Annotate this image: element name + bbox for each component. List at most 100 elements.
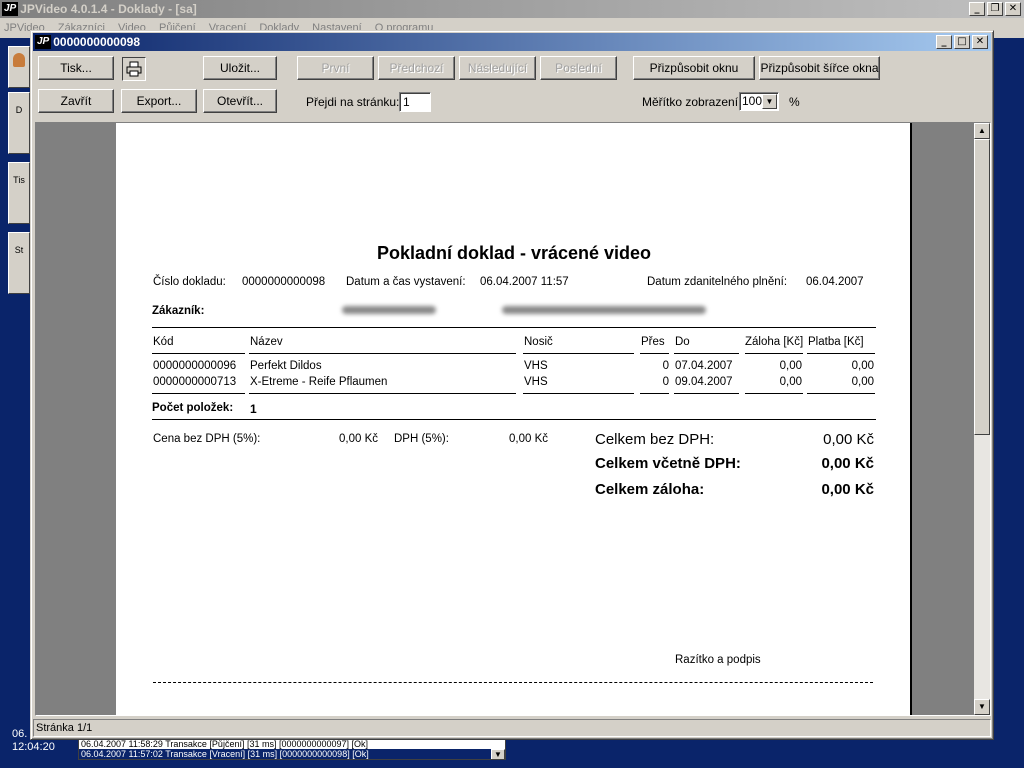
- issued-label: Datum a čas vystavení:: [346, 276, 466, 288]
- row-underline: [745, 393, 803, 394]
- redacted-customer-address: [502, 306, 706, 314]
- page-indicator: Stránka 1/1: [36, 722, 93, 734]
- main-minimize-button[interactable]: _: [969, 2, 985, 16]
- item-count-label: Počet položek:: [152, 402, 234, 414]
- fit-window-button[interactable]: Přizpůsobit oknu: [633, 56, 755, 80]
- scroll-up-icon[interactable]: ▲: [974, 123, 990, 139]
- row2-payment: 0,00: [851, 376, 874, 388]
- clock-time: 12:04:20: [12, 741, 55, 753]
- col-underline: [745, 353, 803, 354]
- divider: [152, 419, 876, 420]
- preview-logo: JP: [35, 35, 52, 49]
- chevron-down-icon[interactable]: ▼: [491, 749, 505, 759]
- row-underline: [249, 393, 516, 394]
- preview-close-button[interactable]: ✕: [972, 35, 988, 49]
- total-vat-label: Celkem včetně DPH:: [595, 455, 741, 472]
- clock-date: 06.: [12, 728, 28, 740]
- next-page-button[interactable]: Následující: [459, 56, 536, 80]
- col-payment: Platba [Kč]: [808, 336, 864, 348]
- preview-maximize-button[interactable]: □: [954, 35, 970, 49]
- row2-to: 09.04.2007: [675, 376, 733, 388]
- fit-width-button[interactable]: Přizpůsobit šířce okna: [759, 56, 880, 80]
- row1-over: 0: [662, 360, 669, 372]
- row2-over: 0: [662, 376, 669, 388]
- log-line[interactable]: 06.04.2007 11:58:29 Transakce [Půjčení] …: [79, 739, 505, 749]
- stamp-signature-label: Razítko a podpis: [675, 654, 761, 666]
- app-logo: JP: [2, 2, 19, 16]
- close-button[interactable]: Zavřít: [38, 89, 114, 113]
- col-code: Kód: [153, 336, 174, 348]
- col-name: Název: [250, 336, 283, 348]
- col-underline: [249, 353, 516, 354]
- scroll-thumb[interactable]: [974, 139, 990, 435]
- row1-deposit: 0,00: [779, 360, 802, 372]
- preview-title-bar: JP 0000000000098 _ □ ✕: [33, 33, 991, 51]
- row2-name: X-Etreme - Reife Pflaumen: [250, 376, 388, 388]
- side-button-statistics[interactable]: St: [8, 232, 30, 294]
- main-close-button[interactable]: ✕: [1005, 2, 1021, 16]
- row2-medium: VHS: [524, 376, 548, 388]
- chevron-down-icon[interactable]: ▼: [762, 94, 777, 109]
- first-page-button[interactable]: První: [297, 56, 374, 80]
- price-novat-label: Cena bez DPH (5%):: [153, 433, 261, 445]
- log-line-selected[interactable]: 06.04.2007 11:57:02 Transakce [Vracení] …: [79, 749, 505, 759]
- col-to: Do: [675, 336, 690, 348]
- price-novat: 0,00 Kč: [339, 433, 378, 445]
- signature-line: [153, 682, 873, 683]
- col-underline: [640, 353, 669, 354]
- open-button[interactable]: Otevřít...: [203, 89, 277, 113]
- row-underline: [674, 393, 739, 394]
- side-button-print[interactable]: Tis: [8, 162, 30, 224]
- col-medium: Nosič: [524, 336, 553, 348]
- row-underline: [640, 393, 669, 394]
- person-icon: [13, 53, 25, 67]
- col-deposit: Záloha [Kč]: [745, 336, 804, 348]
- col-underline: [152, 353, 245, 354]
- printer-icon[interactable]: [122, 57, 146, 81]
- print-button[interactable]: Tisk...: [38, 56, 114, 80]
- row1-payment: 0,00: [851, 360, 874, 372]
- vertical-scrollbar[interactable]: ▲ ▼: [974, 123, 990, 715]
- row-underline: [152, 393, 245, 394]
- previous-page-button[interactable]: Předchozí: [378, 56, 455, 80]
- zoom-select[interactable]: 100 ▼: [739, 92, 779, 111]
- row-underline: [807, 393, 875, 394]
- transaction-log[interactable]: 06.04.2007 11:58:29 Transakce [Půjčení] …: [78, 738, 506, 760]
- main-title-bar: JP JPVideo 4.0.1.4 - Doklady - [sa] _ ❐ ✕: [0, 0, 1024, 18]
- total-vat: 0,00 Kč: [821, 455, 874, 472]
- col-over: Přes: [641, 336, 665, 348]
- zoom-label: Měřítko zobrazení:: [642, 95, 742, 109]
- side-button-documents[interactable]: D: [8, 92, 30, 154]
- row1-code: 0000000000096: [153, 360, 237, 372]
- preview-area[interactable]: Pokladní doklad - vrácené video Číslo do…: [35, 122, 991, 716]
- total-deposit: 0,00 Kč: [821, 481, 874, 498]
- export-button[interactable]: Export...: [121, 89, 197, 113]
- row2-deposit: 0,00: [779, 376, 802, 388]
- save-button[interactable]: Uložit...: [203, 56, 277, 80]
- left-panel: D Tis St: [0, 38, 30, 728]
- col-underline: [807, 353, 875, 354]
- divider: [152, 327, 876, 328]
- issued-value: 06.04.2007 11:57: [480, 276, 569, 288]
- col-underline: [674, 353, 739, 354]
- preview-window-title: 0000000000098: [53, 35, 140, 49]
- preview-window: JP 0000000000098 _ □ ✕ Tisk... Uložit... …: [30, 30, 994, 740]
- total-novat-label: Celkem bez DPH:: [595, 431, 715, 448]
- total-deposit-label: Celkem záloha:: [595, 481, 705, 498]
- total-novat: 0,00 Kč: [823, 431, 874, 448]
- document-title: Pokladní doklad - vrácené video: [376, 243, 652, 263]
- vat-label: DPH (5%):: [394, 433, 449, 445]
- preview-minimize-button[interactable]: _: [936, 35, 952, 49]
- doc-number: 0000000000098: [242, 276, 326, 288]
- main-restore-button[interactable]: ❐: [987, 2, 1003, 16]
- scroll-down-icon[interactable]: ▼: [974, 699, 990, 715]
- vat-value: 0,00 Kč: [509, 433, 548, 445]
- zoom-unit: %: [789, 95, 800, 109]
- side-button-customers[interactable]: [8, 46, 30, 88]
- row1-medium: VHS: [524, 360, 548, 372]
- customer-label: Zákazník:: [152, 305, 205, 317]
- main-window-title: JPVideo 4.0.1.4 - Doklady - [sa]: [20, 2, 197, 16]
- goto-page-input[interactable]: [399, 92, 431, 112]
- col-underline: [523, 353, 634, 354]
- last-page-button[interactable]: Poslední: [540, 56, 617, 80]
